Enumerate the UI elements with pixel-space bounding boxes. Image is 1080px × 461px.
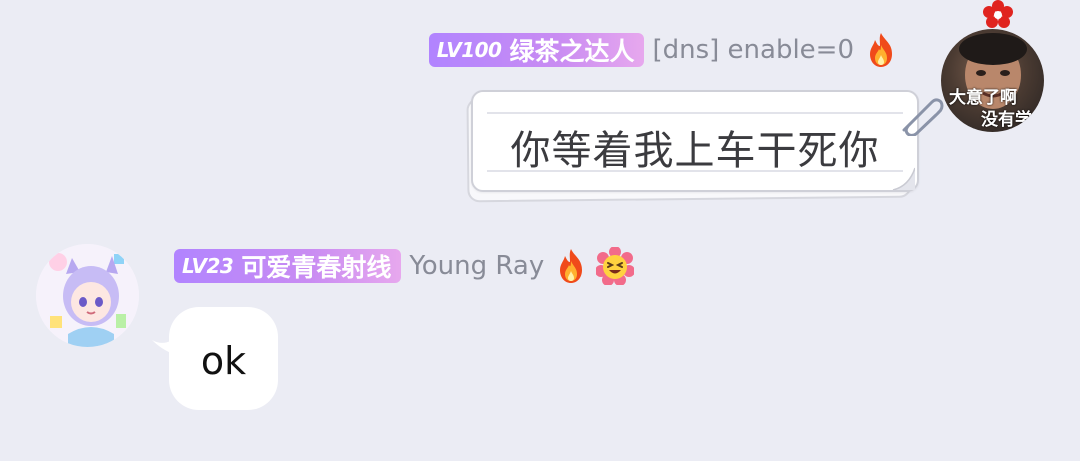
message-header-self: LV100 绿茶之达人 [dns] enable=0 bbox=[428, 30, 900, 70]
level-label: LV23 bbox=[182, 254, 234, 278]
message-bubble-self[interactable]: 你等着我上车干死你 bbox=[466, 88, 919, 203]
level-badge[interactable]: LV23 可爱青春射线 bbox=[174, 249, 402, 283]
level-badge[interactable]: LV100 绿茶之达人 bbox=[428, 33, 645, 67]
sender-name[interactable]: [dns] enable=0 bbox=[652, 35, 854, 65]
sender-name[interactable]: Young Ray bbox=[409, 251, 544, 281]
laughing-face-icon bbox=[595, 246, 636, 286]
paperclip-icon bbox=[902, 98, 944, 136]
avatar-caption-line-2: 没有学 bbox=[981, 110, 1032, 130]
message-text: ok bbox=[200, 339, 247, 383]
avatar-self[interactable]: 大意了啊 没有学 bbox=[941, 29, 1044, 132]
badge-title: 绿茶之达人 bbox=[509, 37, 635, 66]
badge-title: 可爱青春射线 bbox=[241, 253, 392, 282]
avatar-other[interactable] bbox=[36, 244, 139, 347]
fire-icon bbox=[862, 31, 900, 69]
fire-icon bbox=[552, 247, 590, 285]
message-header-other: LV23 可爱青春射线 Young Ray bbox=[174, 246, 636, 286]
avatar-anime-illustration bbox=[36, 244, 139, 347]
page-curl-icon bbox=[892, 167, 915, 190]
note-sheet: 你等着我上车干死你 bbox=[471, 90, 919, 192]
note-rule-top bbox=[487, 112, 903, 114]
level-label: LV100 bbox=[436, 38, 502, 62]
message-text: 你等着我上车干死你 bbox=[510, 128, 880, 174]
message-bubble-other[interactable]: ok bbox=[169, 307, 278, 410]
flower-icon bbox=[983, 0, 1013, 30]
